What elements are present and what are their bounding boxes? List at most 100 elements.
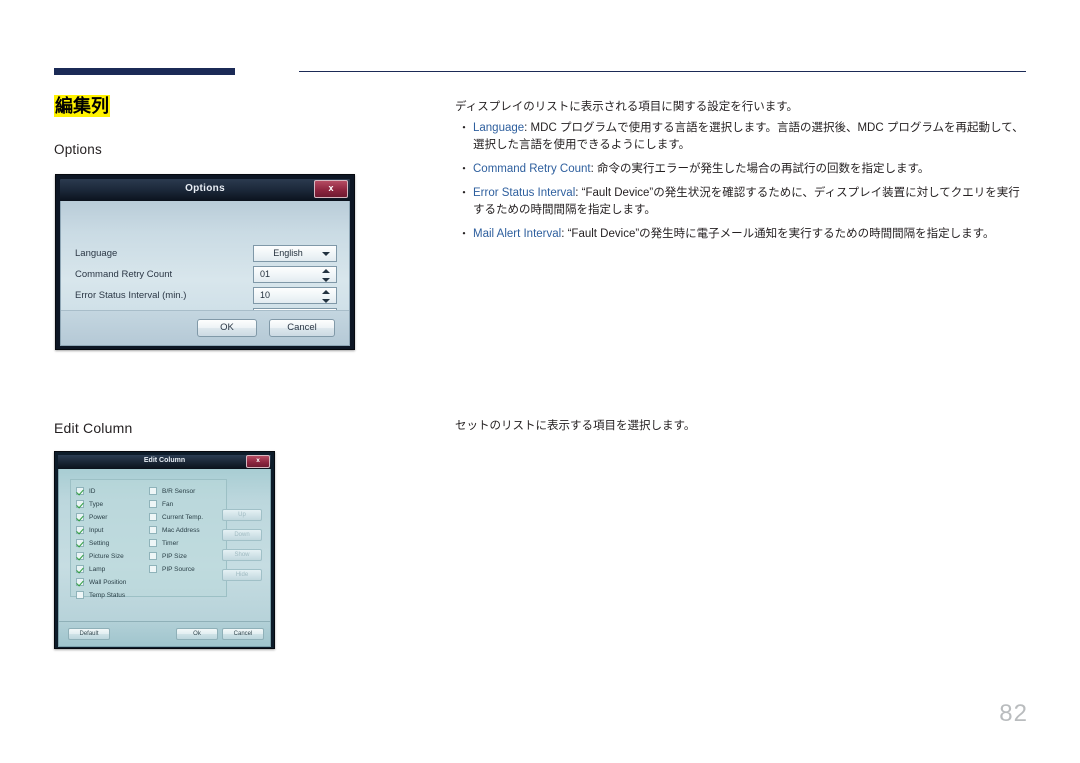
edit-column-listbox[interactable]: ID Type Power Input Setting Picture Size Lamp W… [70,479,227,599]
options-cancel-button[interactable]: Cancel [269,319,335,337]
checkbox-unchecked-icon[interactable] [149,565,157,573]
number-spinner[interactable]: 10 [253,287,337,304]
checkbox-checked-icon[interactable] [76,500,84,508]
edit-column-show-button[interactable]: Show [222,549,262,561]
edit-column-default-button[interactable]: Default [68,628,110,640]
options-dialog-title: Options [185,183,225,194]
list-item-label: PIP Source [162,566,195,573]
header-accent-bar [54,68,235,75]
list-item-label: Power [89,514,108,521]
list-item[interactable]: Timer [149,537,225,550]
checkbox-unchecked-icon[interactable] [149,552,157,560]
list-item-label: Mac Address [162,527,200,534]
options-dialog-body: Language English Command Retry Count 01 Erro… [60,201,350,346]
list-item[interactable]: Current Temp. [149,511,225,524]
checkbox-checked-icon[interactable] [76,552,84,560]
bullet-body: : “Fault Device”の発生時に電子メール通知を実行するための時間間隔… [561,228,995,240]
spinner-arrows-icon[interactable] [322,269,331,282]
edit-column-right-list: B/R Sensor Fan Current Temp. Mac Address Tim… [149,485,225,576]
edit-column-dialog-titlebar[interactable]: Edit Column x [58,455,271,469]
options-dialog: Options x Language English Command Retry C… [55,174,355,350]
bullet-term: Error Status Interval [473,187,576,199]
checkbox-unchecked-icon[interactable] [76,591,84,599]
list-item[interactable]: Setting [76,537,148,550]
options-bullet-list: ・ Language: MDC プログラムで使用する言語を選択します。言語の選択後… [455,120,1025,250]
spinner-up-icon[interactable] [322,269,330,273]
bullet-dot-icon: ・ [458,122,470,134]
checkbox-checked-icon[interactable] [76,513,84,521]
list-item[interactable]: Temp Status [76,589,148,602]
edit-column-description: セットのリストに表示する項目を選択します。 [455,420,696,432]
edit-column-hide-button[interactable]: Hide [222,569,262,581]
edit-column-up-button[interactable]: Up [222,509,262,521]
options-dialog-footer: OK Cancel [61,310,349,345]
checkbox-unchecked-icon[interactable] [149,513,157,521]
checkbox-unchecked-icon[interactable] [149,526,157,534]
number-spinner[interactable]: 01 [253,266,337,283]
checkbox-checked-icon[interactable] [76,565,84,573]
list-item[interactable]: PIP Size [149,550,225,563]
list-item[interactable]: Power [76,511,148,524]
list-item[interactable]: Lamp [76,563,148,576]
bullet-term: Command Retry Count [473,163,591,175]
list-item[interactable]: Fan [149,498,225,511]
bullet-term: Mail Alert Interval [473,228,562,240]
edit-column-dialog: Edit Column x ID Type Power Input Setting Pic… [54,451,275,649]
spinner-down-icon[interactable] [322,299,330,303]
list-item-label: PIP Size [162,553,187,560]
edit-column-left-list: ID Type Power Input Setting Picture Size Lamp W… [76,485,148,602]
list-item[interactable]: Mac Address [149,524,225,537]
list-item[interactable]: Wall Position [76,576,148,589]
list-item-label: Input [89,527,104,534]
options-row: Command Retry Count 01 [75,266,337,286]
checkbox-unchecked-icon[interactable] [149,500,157,508]
page-header-rule [54,68,1026,76]
options-row: Language English [75,245,337,265]
bullet-term: Language [473,122,525,134]
options-ok-button[interactable]: OK [197,319,257,337]
checkbox-checked-icon[interactable] [76,539,84,547]
checkbox-unchecked-icon[interactable] [149,539,157,547]
bullet-body: : MDC プログラムで使用する言語を選択します。言語の選択後、MDC プログラ… [473,122,1024,151]
field-value: English [273,248,303,258]
list-item-label: Timer [162,540,179,547]
bullet-item: ・ Mail Alert Interval: “Fault Device”の発生時… [455,226,1025,243]
bullet-text: Error Status Interval: “Fault Device”の発生… [473,185,1025,219]
spinner-down-icon[interactable] [322,278,330,282]
bullet-text: Mail Alert Interval: “Fault Device”の発生時に… [473,226,1025,243]
edit-column-ok-button[interactable]: Ok [176,628,218,640]
spinner-up-icon[interactable] [322,290,330,294]
list-item-label: Picture Size [89,553,124,560]
bullet-item: ・ Language: MDC プログラムで使用する言語を選択します。言語の選択後… [455,120,1025,154]
list-item[interactable]: Picture Size [76,550,148,563]
list-item-label: B/R Sensor [162,488,196,495]
header-divider-line [299,71,1026,72]
checkbox-unchecked-icon[interactable] [149,487,157,495]
page-number: 82 [999,700,1028,727]
list-item-label: Setting [89,540,110,547]
close-icon[interactable]: x [314,180,348,198]
list-item[interactable]: Type [76,498,148,511]
edit-column-dialog-title: Edit Column [143,457,186,464]
field-value: 10 [260,290,271,300]
checkbox-checked-icon[interactable] [76,487,84,495]
options-row-label: Language [75,248,118,259]
spinner-arrows-icon[interactable] [322,290,331,303]
list-item-label: Wall Position [89,579,127,586]
checkbox-checked-icon[interactable] [76,526,84,534]
close-icon[interactable]: x [246,455,270,468]
edit-column-down-button[interactable]: Down [222,529,262,541]
bullet-text: Language: MDC プログラムで使用する言語を選択します。言語の選択後、… [473,120,1025,154]
checkbox-checked-icon[interactable] [76,578,84,586]
options-dialog-titlebar[interactable]: Options x [60,179,350,201]
list-item[interactable]: B/R Sensor [149,485,225,498]
options-row: Error Status Interval (min.) 10 [75,287,337,307]
field-value: 01 [260,269,271,279]
chevron-down-icon[interactable] [322,252,330,256]
bullet-body: : 命令の実行エラーが発生した場合の再試行の回数を指定します。 [590,163,930,175]
list-item[interactable]: ID [76,485,148,498]
list-item[interactable]: Input [76,524,148,537]
list-item[interactable]: PIP Source [149,563,225,576]
language-dropdown[interactable]: English [253,245,337,262]
edit-column-cancel-button[interactable]: Cancel [222,628,264,640]
